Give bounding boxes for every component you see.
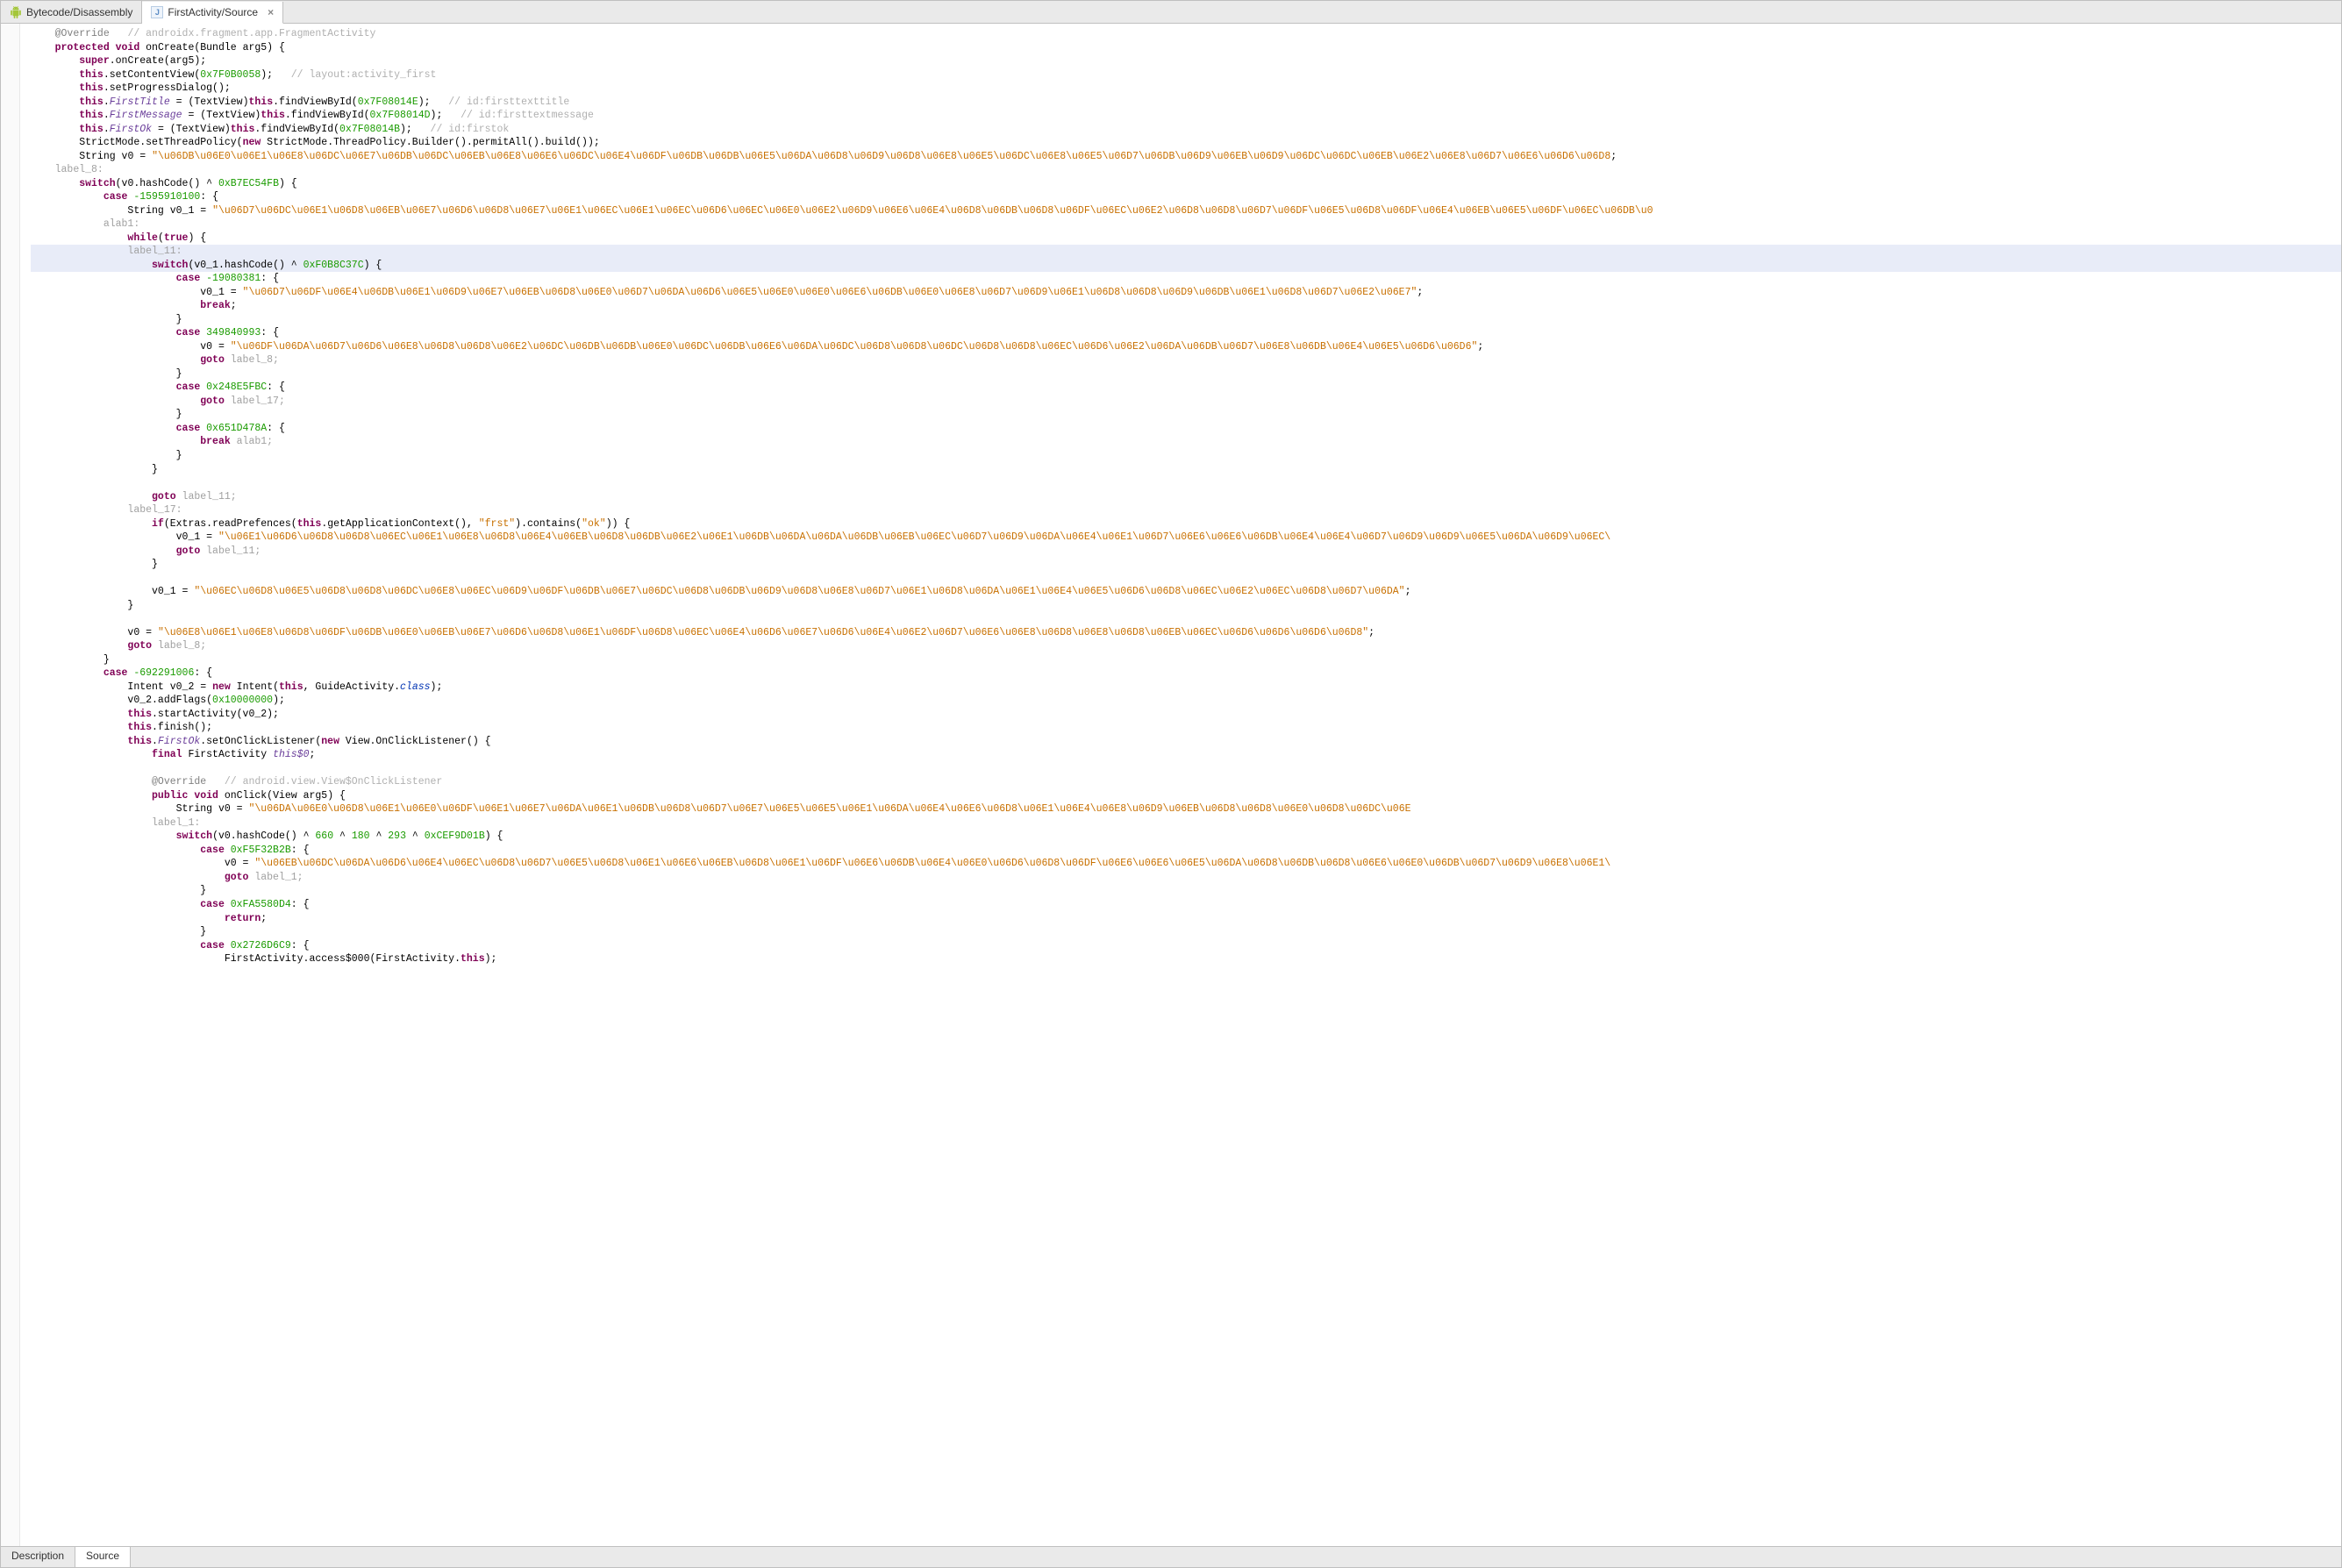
java-file-icon: J [151,6,163,18]
bottom-tab-bar: Description Source [1,1546,2341,1567]
close-icon[interactable]: × [268,6,274,18]
ide-window: Bytecode/Disassembly J FirstActivity/Sou… [0,0,2342,1568]
tab-bytecode-label: Bytecode/Disassembly [26,6,132,18]
bottom-tab-description[interactable]: Description [1,1547,75,1567]
source-code: @Override // androidx.fragment.app.Fragm… [1,24,2341,970]
tab-source[interactable]: J FirstActivity/Source × [142,2,283,24]
editor-tab-bar: Bytecode/Disassembly J FirstActivity/Sou… [1,1,2341,24]
code-editor[interactable]: @Override // androidx.fragment.app.Fragm… [1,24,2341,1546]
tab-bytecode[interactable]: Bytecode/Disassembly [1,1,142,23]
android-icon [10,6,22,18]
tab-source-label: FirstActivity/Source [168,6,258,18]
gutter [1,24,20,1546]
bottom-tab-source[interactable]: Source [75,1547,131,1567]
